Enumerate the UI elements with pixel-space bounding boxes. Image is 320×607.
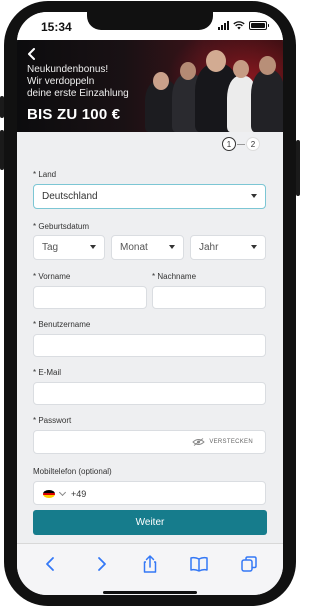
back-button[interactable]	[27, 46, 37, 63]
tabs-icon[interactable]	[239, 554, 259, 574]
password-toggle-label: VERSTECKEN	[209, 439, 253, 445]
firstname-input[interactable]	[33, 286, 147, 309]
banner-headline: BIS ZU 100 €	[27, 106, 121, 123]
forward-arrow-icon[interactable]	[91, 554, 111, 574]
banner-text: Neukundenbonus! Wir verdoppeln deine ers…	[27, 64, 129, 100]
username-input[interactable]	[33, 334, 266, 357]
safari-toolbar	[17, 543, 283, 595]
country-label: * Land	[33, 170, 57, 179]
birth-year-select[interactable]: Jahr	[190, 235, 266, 260]
battery-icon	[249, 21, 269, 30]
banner-head-2	[180, 62, 196, 80]
banner-head-1	[153, 72, 169, 90]
birthdate-label: * Geburtsdatum	[33, 222, 90, 231]
birth-day-value: Tag	[42, 242, 59, 253]
signal-icon	[218, 21, 229, 30]
bookmarks-icon[interactable]	[189, 554, 209, 574]
step-indicator-next: 2	[246, 137, 260, 151]
birth-year-value: Jahr	[199, 242, 219, 253]
banner-line-1: Neukundenbonus!	[27, 64, 109, 75]
country-select[interactable]: Deutschland	[33, 184, 266, 209]
wifi-icon	[233, 21, 245, 30]
step-indicator-current: 1	[222, 137, 236, 151]
lastname-input[interactable]	[152, 286, 266, 309]
username-label: * Benutzername	[33, 320, 91, 329]
chevron-down-icon	[90, 245, 96, 249]
banner-head-4	[233, 60, 249, 78]
chevron-down-icon	[251, 194, 257, 198]
chevron-left-icon	[28, 48, 35, 60]
chevron-down-icon	[58, 488, 67, 497]
banner-line-2: Wir verdoppeln	[27, 76, 95, 87]
back-arrow-icon[interactable]	[41, 554, 61, 574]
birth-day-select[interactable]: Tag	[33, 235, 105, 260]
birth-month-select[interactable]: Monat	[111, 235, 184, 260]
germany-flag-icon[interactable]	[43, 490, 55, 498]
banner-head-3	[206, 50, 226, 72]
lastname-label: * Nachname	[152, 272, 197, 281]
eye-off-icon	[192, 438, 205, 446]
birth-month-value: Monat	[120, 242, 148, 253]
share-icon[interactable]	[140, 554, 160, 574]
status-icons	[218, 21, 269, 30]
side-button-right	[296, 140, 300, 196]
password-input[interactable]: VERSTECKEN	[33, 430, 266, 454]
firstname-label: * Vorname	[33, 272, 71, 281]
notch	[87, 12, 213, 30]
banner-line-3: deine erste Einzahlung	[27, 88, 129, 99]
banner-head-5	[259, 56, 276, 75]
password-visibility-toggle[interactable]: VERSTECKEN	[192, 438, 253, 446]
screen: 15:34 Neukundenbonus! Wir verdoppeln dei…	[17, 12, 283, 595]
banner-person-5	[251, 70, 283, 132]
chevron-down-icon	[251, 245, 257, 249]
chevron-down-icon	[169, 245, 175, 249]
weiter-button[interactable]: Weiter	[33, 510, 267, 535]
phone-prefix: +49	[71, 489, 87, 499]
password-label: * Passwort	[33, 416, 72, 425]
home-indicator	[103, 591, 197, 594]
phone-label: Mobiltelefon (optional)	[33, 467, 112, 476]
phone-device: 15:34 Neukundenbonus! Wir verdoppeln dei…	[0, 0, 300, 607]
email-label: * E-Mail	[33, 368, 62, 377]
email-input[interactable]	[33, 382, 266, 405]
phone-input[interactable]: +49	[33, 481, 266, 505]
promo-banner: Neukundenbonus! Wir verdoppeln deine ers…	[17, 40, 283, 132]
status-time: 15:34	[41, 20, 72, 34]
step-connector	[237, 144, 245, 145]
country-value: Deutschland	[42, 191, 98, 202]
